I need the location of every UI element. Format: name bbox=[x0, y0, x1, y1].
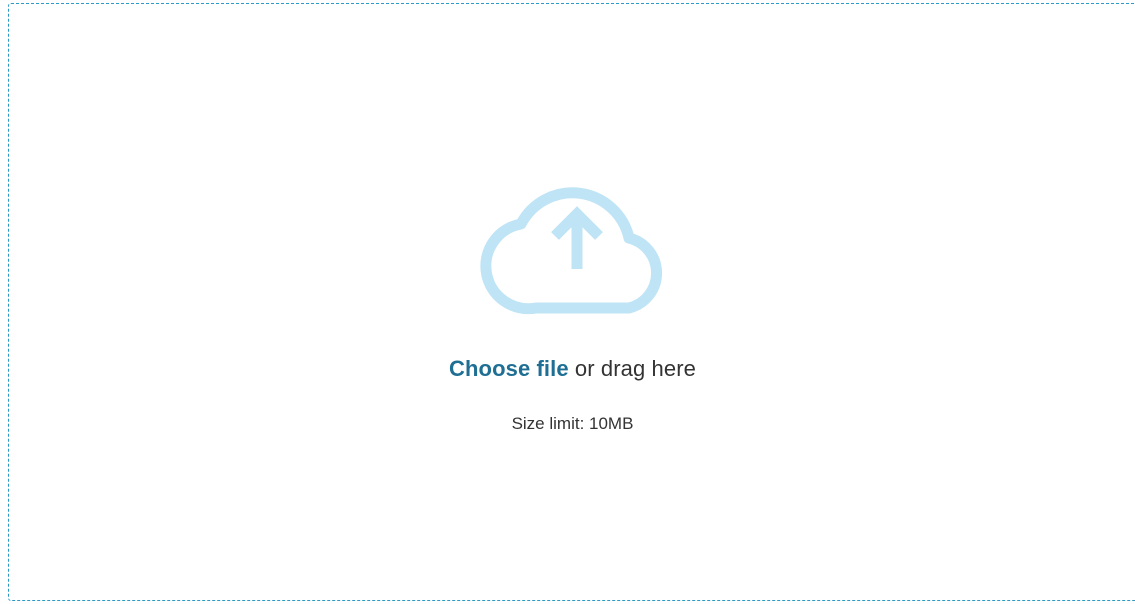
choose-file-link[interactable]: Choose file bbox=[449, 356, 569, 381]
size-limit-text: Size limit: 10MB bbox=[511, 414, 634, 433]
drag-here-text: or drag here bbox=[568, 356, 696, 381]
cloud-upload-icon bbox=[480, 187, 663, 315]
dropzone-content: Choose file or drag here Size limit: 10M… bbox=[9, 4, 1135, 602]
upload-prompt: Choose file or drag here bbox=[9, 356, 1135, 382]
file-dropzone[interactable]: Choose file or drag here Size limit: 10M… bbox=[8, 3, 1135, 601]
